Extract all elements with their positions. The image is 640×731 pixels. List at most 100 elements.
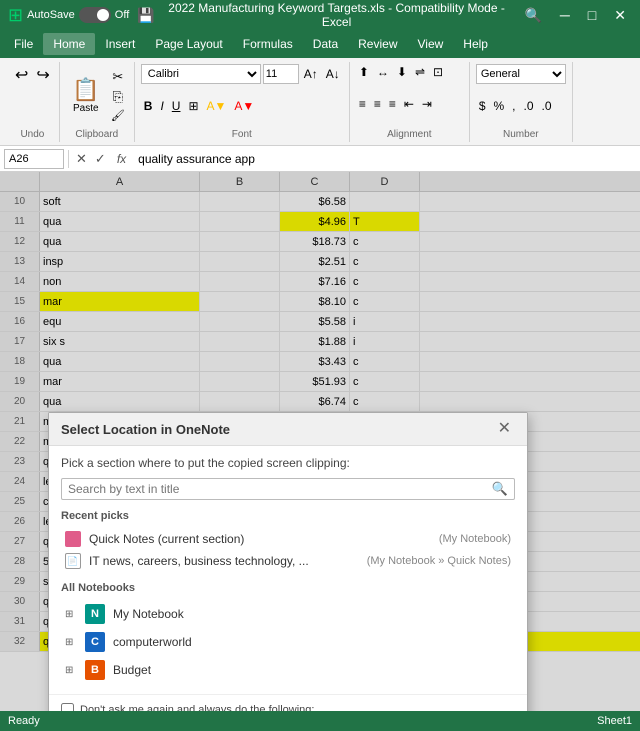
format-painter-button[interactable]: 🖌 <box>108 108 128 123</box>
number-row2: $ % , .0 .0 <box>476 98 566 114</box>
font-section: Calibri A↑ A↓ B I U ⊞ A▼ A▼ Font <box>135 62 350 142</box>
align-middle-button[interactable]: ↔ <box>374 64 392 80</box>
recent-pick-name: IT news, careers, business technology, .… <box>89 554 309 568</box>
menu-home[interactable]: Home <box>43 33 95 55</box>
clipboard-section: 📋 Paste ✂ ⎘ 🖌 Clipboard <box>60 62 135 142</box>
number-format-select[interactable]: General <box>476 64 566 84</box>
dialog-body: Pick a section where to put the copied s… <box>49 446 527 694</box>
copy-button[interactable]: ⎘ <box>108 88 128 106</box>
recent-pick-item[interactable]: 📄 IT news, careers, business technology,… <box>61 550 515 572</box>
dialog-header: Select Location in OneNote ✕ <box>49 413 527 446</box>
search-button[interactable]: 🔍 <box>518 7 547 24</box>
menu-data[interactable]: Data <box>303 33 348 55</box>
quick-notes-icon <box>65 531 81 547</box>
border-button[interactable]: ⊞ <box>185 98 201 114</box>
paste-button[interactable]: 📋 Paste <box>66 75 106 116</box>
app-wrapper: ⊞ AutoSave Off 💾 2022 Manufacturing Keyw… <box>0 0 640 731</box>
cell-reference-input[interactable] <box>4 149 64 169</box>
save-icon[interactable]: 💾 <box>137 7 154 24</box>
comma-button[interactable]: , <box>509 98 518 114</box>
my-notebook-icon: N <box>85 604 105 624</box>
ribbon: ↩ ↪ Undo 📋 Paste ✂ ⎘ 🖌 Clipboard <box>0 58 640 146</box>
font-size-input[interactable] <box>263 64 299 84</box>
computerworld-icon: C <box>85 632 105 652</box>
dialog-close-button[interactable]: ✕ <box>494 421 515 437</box>
notebook-name: My Notebook <box>113 607 184 621</box>
dialog-checkbox-row: Don't ask me again and always do the fol… <box>49 694 527 711</box>
notebook-item[interactable]: ⊞ C computerworld <box>61 628 515 656</box>
cut-button[interactable]: ✂ <box>108 68 128 86</box>
title-bar: ⊞ AutoSave Off 💾 2022 Manufacturing Keyw… <box>0 0 640 30</box>
number-row1: General <box>476 64 566 84</box>
menu-insert[interactable]: Insert <box>95 33 145 55</box>
fill-color-button[interactable]: A▼ <box>204 98 230 114</box>
cancel-formula-icon[interactable]: ✕ <box>73 151 90 167</box>
menu-help[interactable]: Help <box>453 33 498 55</box>
autosave-toggle[interactable] <box>79 7 111 23</box>
menu-view[interactable]: View <box>408 33 454 55</box>
formula-icons: ✕ ✓ <box>73 151 109 167</box>
recent-pick-item[interactable]: Quick Notes (current section) (My Notebo… <box>61 528 515 550</box>
minimize-button[interactable]: ─ <box>554 7 576 24</box>
location-search-input[interactable] <box>68 482 492 496</box>
italic-button[interactable]: I <box>157 98 166 114</box>
font-color-button[interactable]: A▼ <box>231 98 257 114</box>
number-section: General $ % , .0 .0 Number <box>470 62 573 142</box>
undo-button[interactable]: ↩ <box>12 64 31 86</box>
menu-file[interactable]: File <box>4 33 43 55</box>
indent-increase-button[interactable]: ⇥ <box>419 96 435 112</box>
search-bar: 🔍 <box>61 478 515 500</box>
underline-button[interactable]: U <box>169 98 184 114</box>
align-row1: ⬆ ↔ ⬇ ⇌ ⊡ <box>356 64 463 80</box>
font-increase-button[interactable]: A↑ <box>301 66 321 82</box>
currency-button[interactable]: $ <box>476 98 489 114</box>
app-logo: ⊞ AutoSave Off <box>8 5 129 26</box>
align-center-button[interactable]: ≡ <box>371 96 384 112</box>
align-right-button[interactable]: ≡ <box>386 96 399 112</box>
dialog-subtitle: Pick a section where to put the copied s… <box>61 456 515 470</box>
select-location-dialog: Select Location in OneNote ✕ Pick a sect… <box>48 412 528 711</box>
expand-icon: ⊞ <box>65 609 77 620</box>
dialog-title: Select Location in OneNote <box>61 422 230 437</box>
font-decrease-button[interactable]: A↓ <box>323 66 343 82</box>
menu-page-layout[interactable]: Page Layout <box>145 33 232 55</box>
redo-button[interactable]: ↪ <box>33 64 52 86</box>
bold-button[interactable]: B <box>141 98 156 114</box>
notebook-item[interactable]: ⊞ B Budget <box>61 656 515 684</box>
window-title: 2022 Manufacturing Keyword Targets.xls -… <box>163 1 511 29</box>
fx-label: fx <box>113 152 130 166</box>
font-label: Font <box>141 127 343 140</box>
window-controls: 🔍 ─ □ ✕ <box>518 7 632 24</box>
toggle-state: Off <box>115 9 129 21</box>
toggle-knob <box>97 9 109 21</box>
menu-formulas[interactable]: Formulas <box>233 33 303 55</box>
maximize-button[interactable]: □ <box>582 7 602 24</box>
percent-button[interactable]: % <box>491 98 508 114</box>
all-notebooks-section: All Notebooks ⊞ N My Notebook ⊞ C comput… <box>61 582 515 684</box>
undo-label: Undo <box>20 127 44 140</box>
expand-icon: ⊞ <box>65 637 77 648</box>
dialog-overlay: Select Location in OneNote ✕ Pick a sect… <box>0 172 640 711</box>
paste-icon: 📋 <box>72 77 99 103</box>
formula-input[interactable] <box>134 151 636 167</box>
merge-button[interactable]: ⊡ <box>430 64 446 80</box>
excel-icon: ⊞ <box>8 5 23 26</box>
align-left-button[interactable]: ≡ <box>356 96 369 112</box>
wrap-text-button[interactable]: ⇌ <box>412 64 428 80</box>
decimal-decrease-button[interactable]: .0 <box>539 98 555 114</box>
dont-ask-label: Don't ask me again and always do the fol… <box>80 704 314 712</box>
menu-review[interactable]: Review <box>348 33 407 55</box>
autosave-label: AutoSave <box>27 9 75 21</box>
expand-icon: ⊞ <box>65 665 77 676</box>
align-bottom-button[interactable]: ⬇ <box>394 64 410 80</box>
close-button[interactable]: ✕ <box>608 7 632 24</box>
indent-decrease-button[interactable]: ⇤ <box>401 96 417 112</box>
confirm-formula-icon[interactable]: ✓ <box>92 151 109 167</box>
notebook-item[interactable]: ⊞ N My Notebook <box>61 600 515 628</box>
font-family-select[interactable]: Calibri <box>141 64 261 84</box>
align-top-button[interactable]: ⬆ <box>356 64 372 80</box>
sheet-tab[interactable]: Sheet1 <box>597 715 632 727</box>
all-notebooks-label: All Notebooks <box>61 582 515 594</box>
decimal-increase-button[interactable]: .0 <box>521 98 537 114</box>
dont-ask-checkbox[interactable] <box>61 703 74 711</box>
